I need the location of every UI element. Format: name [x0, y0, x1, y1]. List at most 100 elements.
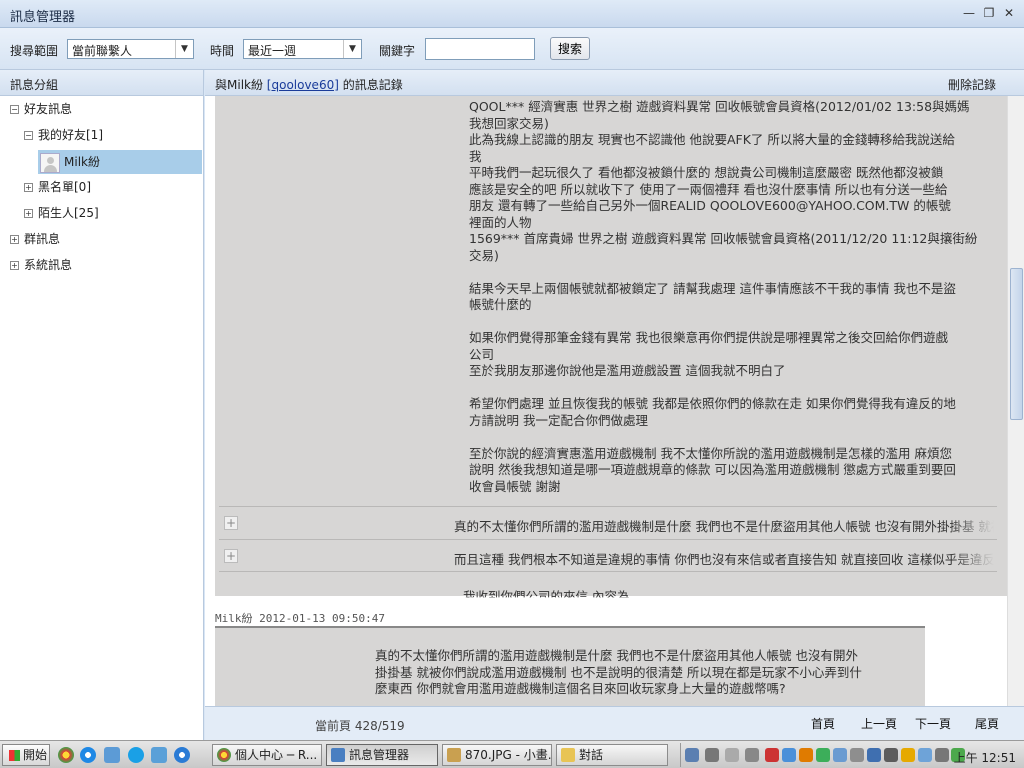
app-icon[interactable]	[745, 748, 759, 762]
scope-value: 當前聯繫人	[72, 44, 133, 58]
clock: 上午 12:51	[953, 751, 1016, 765]
expand-icon[interactable]: +	[10, 235, 19, 244]
tree-node-label: 陌生人[25]	[38, 206, 99, 220]
app-icon[interactable]	[725, 748, 739, 762]
message-history: QOOL*** 經濟實惠 世界之樹 遊戲資料異常 回收帳號會員資格(2012/0…	[205, 96, 1007, 706]
collapsed-message[interactable]: + 真的不太懂你們所謂的濫用遊戲機制是什麼 我們也不是什麼盜用其他人帳號 也沒有…	[219, 506, 997, 539]
expand-icon[interactable]: +	[224, 516, 238, 530]
skype-icon[interactable]	[128, 747, 144, 763]
chevron-down-icon[interactable]: ▼	[175, 40, 193, 58]
last-page-link[interactable]: 尾頁	[975, 715, 999, 732]
scope-select[interactable]: 當前聯繫人 ▼	[67, 39, 194, 59]
app-icon[interactable]	[901, 748, 915, 762]
tree-node-label: 黑名單[0]	[38, 180, 91, 194]
task-label: 訊息管理器	[349, 748, 410, 762]
windows-logo-icon	[9, 750, 20, 761]
app-icon[interactable]	[833, 748, 847, 762]
message-bubble: 真的不太懂你們所謂的濫用遊戲機制是什麼 我們也不是什麼盜用其他人帳號 也沒有開外…	[215, 626, 925, 706]
next-page-link[interactable]: 下一頁	[915, 715, 951, 732]
app-icon[interactable]	[867, 748, 881, 762]
delete-records-button[interactable]: 刪除記錄	[948, 76, 996, 93]
message-text-partial: 我收到你們公司的來信 內容為	[463, 589, 630, 604]
tree-node-friend-messages[interactable]: − 好友訊息	[10, 98, 200, 120]
chevron-down-icon[interactable]: ▼	[343, 40, 361, 58]
tree-node-label: Milk紛	[64, 155, 100, 169]
tree-node-label: 群訊息	[24, 232, 61, 246]
conversation-prefix: 與Milk紛	[215, 78, 267, 92]
message-text: QOOL*** 經濟實惠 世界之樹 遊戲資料異常 回收帳號會員資格(2012/0…	[469, 99, 978, 494]
vertical-scrollbar[interactable]	[1007, 96, 1024, 706]
group-sidebar: 訊息分組 − 好友訊息 − 我的好友[1] Milk紛 + 黑名單[0] + 陌生人[2…	[0, 70, 204, 740]
tree-node-label: 我的好友[1]	[38, 128, 103, 142]
contact-link[interactable]: [qoolove60]	[267, 78, 339, 92]
scope-label: 搜尋範圍	[10, 44, 59, 58]
volume-icon[interactable]	[935, 748, 949, 762]
sidebar-header: 訊息分組	[0, 70, 203, 96]
task-label: 對話	[579, 748, 604, 762]
qq-icon	[331, 748, 345, 762]
first-page-link[interactable]: 首頁	[811, 715, 835, 732]
start-button[interactable]: 開始	[2, 744, 50, 766]
qq-icon[interactable]	[799, 748, 813, 762]
start-label: 開始	[23, 748, 48, 762]
maximize-button[interactable]: ❐	[982, 5, 996, 21]
minimize-button[interactable]: —	[962, 5, 976, 21]
tree-node-label: 系統訊息	[24, 258, 73, 272]
check-icon[interactable]	[816, 748, 830, 762]
taskbar-item-paint[interactable]: 870.JPG - 小畫...	[442, 744, 552, 766]
app-icon[interactable]	[782, 748, 796, 762]
taskbar-item-folder[interactable]: 對話	[556, 744, 668, 766]
pin-icon[interactable]	[705, 748, 719, 762]
tree-node-my-friends[interactable]: − 我的好友[1]	[24, 124, 200, 146]
expand-icon[interactable]: +	[10, 261, 19, 270]
title-bar: 訊息管理器 — ❐ ✕	[0, 0, 1024, 28]
task-label: 870.JPG - 小畫...	[465, 748, 552, 762]
keyword-label: 關鍵字	[379, 44, 416, 58]
message-sender-timestamp: Milk紛 2012-01-13 09:50:47	[215, 612, 385, 625]
taskbar-item-browser[interactable]: 個人中心 ─ R...	[212, 744, 322, 766]
tree-node-contact-milk[interactable]: Milk紛	[38, 150, 202, 174]
chrome-icon[interactable]	[58, 747, 74, 763]
collapse-icon[interactable]: −	[24, 131, 33, 140]
media-player-icon[interactable]	[80, 747, 96, 763]
app-icon[interactable]	[918, 748, 932, 762]
expand-icon[interactable]: +	[24, 183, 33, 192]
avatar	[40, 152, 60, 173]
tree-node-group-messages[interactable]: + 群訊息	[10, 228, 200, 250]
expand-icon[interactable]: +	[224, 549, 238, 563]
tree-node-strangers[interactable]: + 陌生人[25]	[24, 202, 200, 224]
time-label: 時間	[210, 44, 235, 58]
taskbar-item-message-manager[interactable]: 訊息管理器	[326, 744, 438, 766]
app-icon[interactable]	[884, 748, 898, 762]
collapse-icon[interactable]: −	[10, 105, 19, 114]
search-button[interactable]: 搜索	[550, 37, 590, 60]
search-toolbar: 搜尋範圍 當前聯繫人 ▼ 時間 最近一週 ▼ 關鍵字 搜索	[0, 28, 1024, 70]
time-value: 最近一週	[248, 44, 297, 58]
tree-node-blacklist[interactable]: + 黑名單[0]	[24, 176, 200, 198]
keyboard-icon[interactable]	[685, 748, 699, 762]
time-select[interactable]: 最近一週 ▼	[243, 39, 362, 59]
collapsed-message-text: 而且這種 我們根本不知道是違規的事情 你們也沒有來信或者直接告知 就直接回收 這…	[454, 552, 994, 567]
tree-node-system-messages[interactable]: + 系統訊息	[10, 254, 200, 276]
app-icon[interactable]	[104, 747, 120, 763]
keyword-input[interactable]	[425, 38, 535, 60]
app-icon[interactable]	[765, 748, 779, 762]
task-label: 個人中心 ─ R...	[235, 748, 318, 762]
paint-icon	[447, 748, 461, 762]
expand-icon[interactable]: +	[24, 209, 33, 218]
close-button[interactable]: ✕	[1002, 5, 1016, 21]
window-title: 訊息管理器	[10, 10, 76, 25]
message-text: 真的不太懂你們所謂的濫用遊戲機制是什麼 我們也不是什麼盜用其他人帳號 也沒有開外…	[375, 648, 862, 696]
system-tray: 上午 12:51	[680, 743, 1024, 767]
window-controls: — ❐ ✕	[962, 5, 1016, 21]
prev-page-link[interactable]: 上一頁	[861, 715, 897, 732]
conversation-header: 與Milk紛 [qoolove60] 的訊息記錄 刪除記錄	[205, 70, 1024, 96]
ie-icon[interactable]	[174, 747, 190, 763]
collapsed-message-text: 真的不太懂你們所謂的濫用遊戲機制是什麼 我們也不是什麼盜用其他人帳號 也沒有開外…	[454, 519, 994, 534]
app-icon[interactable]	[151, 747, 167, 763]
pagination-bar: 當前頁 428/519 首頁 上一頁 下一頁 尾頁	[205, 706, 1024, 740]
scrollbar-thumb[interactable]	[1010, 268, 1023, 420]
network-icon[interactable]	[850, 748, 864, 762]
collapsed-message[interactable]: + 而且這種 我們根本不知道是違規的事情 你們也沒有來信或者直接告知 就直接回收…	[219, 539, 997, 572]
page-indicator: 當前頁 428/519	[315, 719, 405, 733]
